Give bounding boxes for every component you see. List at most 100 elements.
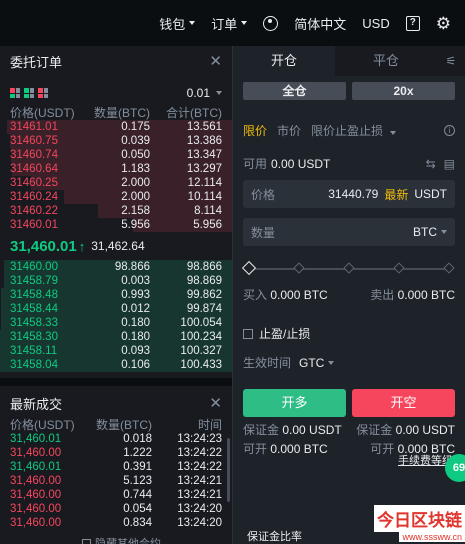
- ask-price: 31460.74: [10, 149, 58, 161]
- bid-row[interactable]: 31458.04 0.106 100.433: [0, 358, 232, 372]
- view-bids-icon[interactable]: [24, 88, 34, 98]
- bid-row[interactable]: 31460.00 98.866 98.866: [0, 260, 232, 274]
- ask-total: 5.956: [193, 219, 222, 231]
- order-type-market[interactable]: 市价: [277, 122, 301, 139]
- trade-row: 31,460.00 1.222 13:24:22: [0, 446, 232, 460]
- sliders-icon[interactable]: ⚟: [437, 46, 465, 76]
- calculator-icon[interactable]: ▤: [444, 157, 455, 171]
- open-short-button[interactable]: 开空: [352, 389, 455, 417]
- ask-row[interactable]: 31461.01 0.175 13.561: [0, 120, 232, 134]
- bid-row[interactable]: 31458.33 0.180 100.054: [0, 316, 232, 330]
- ask-qty: 0.050: [121, 149, 150, 161]
- leverage-button[interactable]: 20x: [352, 82, 455, 100]
- trade-qty: 0.744: [123, 489, 152, 501]
- tpsl-toggle[interactable]: 止盈/止损: [233, 325, 465, 342]
- orderbook-columns: 价格(USDT) 数量(BTC) 合计(BTC): [0, 104, 232, 120]
- bid-total: 100.327: [180, 345, 222, 357]
- tif-select[interactable]: GTC: [299, 356, 335, 370]
- watermark-title: 今日区块链: [374, 505, 465, 532]
- tab-open[interactable]: 开仓: [233, 46, 335, 76]
- slider-step[interactable]: [343, 262, 355, 274]
- orders-menu[interactable]: 订单: [211, 14, 248, 33]
- language-button[interactable]: 简体中文: [294, 14, 346, 33]
- trade-time: 13:24:21: [177, 475, 222, 487]
- quantity-label: 数量: [251, 225, 276, 240]
- column-header: 数量(BTC): [96, 418, 152, 432]
- ask-row[interactable]: 31460.25 2.000 12.114: [0, 176, 232, 190]
- language-label: 简体中文: [294, 16, 347, 32]
- view-asks-icon[interactable]: [38, 88, 48, 98]
- price-input[interactable]: 价格 31440.79 最新 USDT: [243, 180, 455, 208]
- column-header: 时间: [197, 418, 222, 432]
- checkbox-icon[interactable]: [243, 328, 253, 339]
- margin-label: 保证金: [243, 423, 280, 437]
- slider-step[interactable]: [443, 262, 455, 274]
- trade-time: 13:24:22: [177, 447, 222, 459]
- trade-price: 31,460.00: [10, 489, 62, 501]
- trades-columns: 价格(USDT) 数量(BTC) 时间: [0, 416, 232, 432]
- view-both-icon[interactable]: [10, 88, 20, 98]
- bid-qty: 0.012: [121, 303, 150, 315]
- bid-price: 31458.44: [10, 303, 58, 315]
- precision-select[interactable]: 0.01: [187, 86, 222, 100]
- trade-time: 13:24:20: [177, 517, 222, 529]
- close-icon[interactable]: ✕: [209, 52, 222, 70]
- bid-row[interactable]: 31458.30 0.180 100.234: [0, 330, 232, 344]
- bid-row[interactable]: 31458.44 0.012 99.874: [0, 302, 232, 316]
- trade-qty: 0.018: [123, 433, 152, 445]
- ask-qty: 0.039: [121, 135, 150, 147]
- amount-slider[interactable]: [241, 260, 455, 276]
- slider-step[interactable]: [293, 262, 305, 274]
- hide-other-contracts[interactable]: 隐藏其他合约: [82, 535, 161, 544]
- trade-time: 13:24:22: [177, 461, 222, 473]
- open-long-button[interactable]: 开多: [243, 389, 346, 417]
- help-icon: ?: [405, 15, 420, 31]
- order-type-stop-limit[interactable]: 限价止盈止损: [311, 122, 397, 139]
- ask-row[interactable]: 31460.75 0.039 13.386: [0, 134, 232, 148]
- tab-close[interactable]: 平仓: [335, 46, 437, 76]
- ask-total: 13.386: [186, 135, 222, 147]
- help-button[interactable]: ?: [405, 15, 420, 31]
- margin-ratio-title: 保证金比率: [247, 531, 302, 543]
- info-icon[interactable]: i: [444, 125, 455, 136]
- slider-step[interactable]: [393, 262, 405, 274]
- order-type-tabs: 限价 市价 限价止盈止损 i: [233, 122, 465, 139]
- quantity-unit-select[interactable]: BTC: [413, 225, 447, 239]
- price-label: 价格: [251, 187, 276, 202]
- openable-long: 0.000 BTC: [270, 442, 328, 456]
- ask-row[interactable]: 31460.64 1.183 13.297: [0, 162, 232, 176]
- user-button[interactable]: [263, 15, 279, 31]
- bid-row[interactable]: 31458.48 0.993 99.862: [0, 288, 232, 302]
- trades-scrollbar[interactable]: [227, 438, 230, 502]
- available-value: 0.00 USDT: [271, 156, 331, 171]
- order-type-limit[interactable]: 限价: [243, 122, 267, 139]
- trade-time: 13:24:20: [177, 503, 222, 515]
- currency-label: USD: [362, 15, 390, 31]
- currency-button[interactable]: USD: [362, 16, 389, 31]
- mark-price: 31,462.64: [91, 239, 145, 253]
- quantity-input[interactable]: 数量 BTC: [243, 218, 455, 246]
- ask-row[interactable]: 31460.24 2.000 10.114: [0, 190, 232, 204]
- trade-price: 31,460.00: [10, 447, 62, 459]
- ask-row[interactable]: 31460.01 5.956 5.956: [0, 218, 232, 232]
- trade-row: 31,460.00 0.054 13:24:20: [0, 502, 232, 516]
- settings-button[interactable]: ⚙: [436, 15, 451, 32]
- buy-label: 买入: [243, 288, 268, 302]
- chevron-down-icon: [241, 21, 248, 25]
- margin-mode-button[interactable]: 全仓: [243, 82, 346, 100]
- bid-qty: 0.180: [121, 317, 150, 329]
- ask-row[interactable]: 31460.74 0.050 13.347: [0, 148, 232, 162]
- bid-row[interactable]: 31458.79 0.003 98.869: [0, 274, 232, 288]
- latest-price-button[interactable]: 最新: [384, 186, 408, 203]
- ask-row[interactable]: 31460.22 2.158 8.114: [0, 204, 232, 218]
- transfer-icon[interactable]: ⇆: [426, 157, 436, 171]
- column-header: 数量(BTC): [94, 106, 150, 120]
- trade-panel: 开仓 平仓 ⚟ 全仓 20x 限价 市价 限价止盈止损 i 可用 0.00 US…: [233, 46, 465, 544]
- slider-handle[interactable]: [241, 260, 257, 276]
- wallet-menu[interactable]: 钱包: [159, 14, 196, 33]
- orderbook-toolbar: 0.01: [0, 86, 232, 100]
- trade-price: 31,460.00: [10, 503, 62, 515]
- bid-row[interactable]: 31458.11 0.093 100.327: [0, 344, 232, 358]
- floating-badge[interactable]: 69: [445, 454, 465, 482]
- close-icon[interactable]: ✕: [209, 394, 222, 412]
